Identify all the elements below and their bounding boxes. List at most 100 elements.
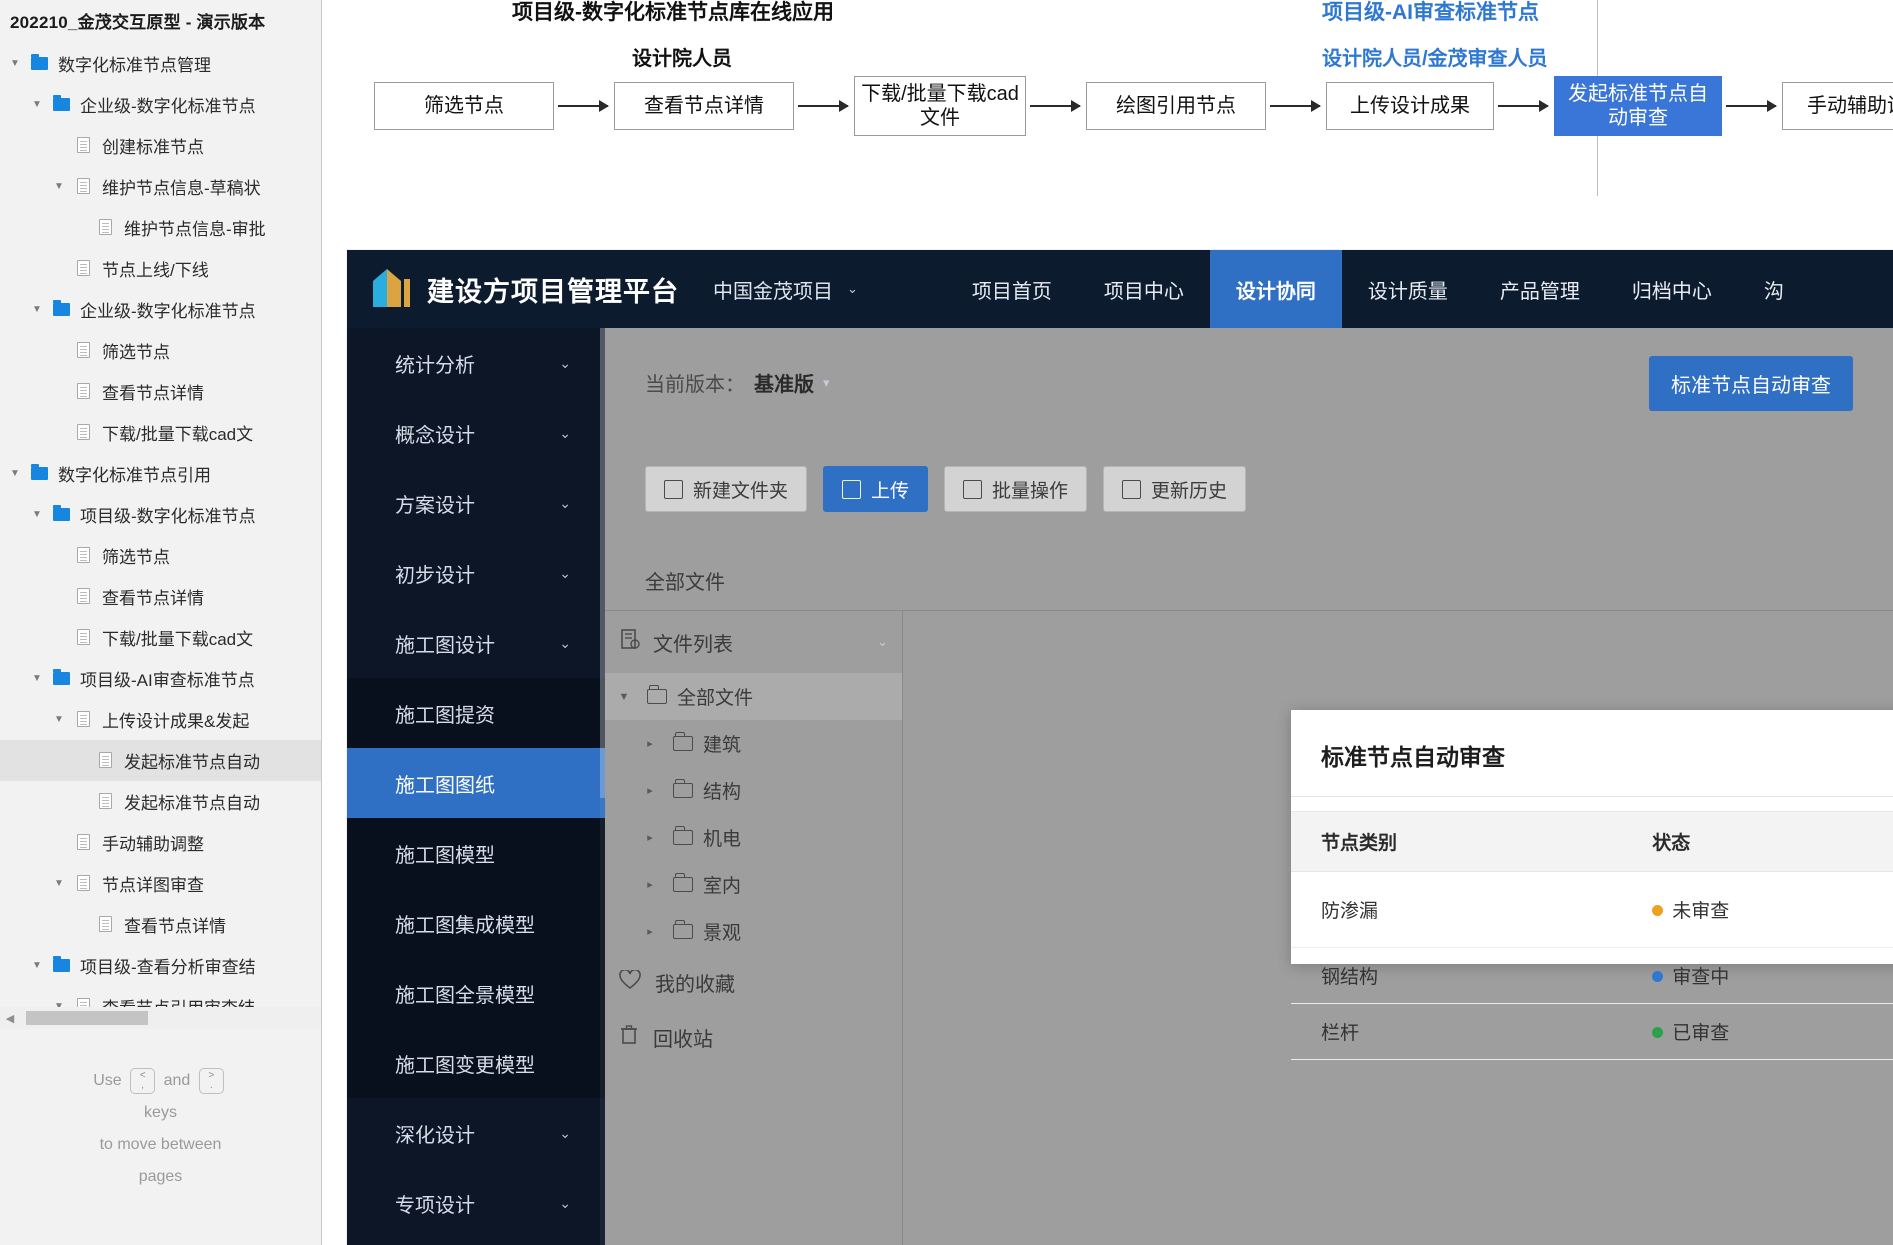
page-icon xyxy=(70,424,96,441)
main-navigation[interactable]: 项目首页 项目中心 设计协同 设计质量 产品管理 归档中心沟 xyxy=(946,250,1810,328)
tree-node[interactable]: ▼ 节点详图审查 xyxy=(0,863,321,904)
tree-node[interactable]: ▼发起标准节点自动 xyxy=(0,739,321,781)
nav-item[interactable]: 设计质量 xyxy=(1342,250,1474,328)
folder-caret-icon[interactable]: ▼ xyxy=(611,691,637,703)
tree-caret-icon[interactable]: ▼ xyxy=(4,58,26,69)
tree-node-label: 维护节点信息-审批 xyxy=(124,219,266,239)
tree-node[interactable]: ▼维护节点信息-审批 xyxy=(0,207,321,248)
folder-caret-icon[interactable]: ▸ xyxy=(637,737,663,750)
file-tree-folder[interactable]: ▸ 建筑 xyxy=(605,720,902,767)
nav-item[interactable]: 项目首页 xyxy=(946,250,1078,328)
tree-node[interactable]: ▼创建标准节点 xyxy=(0,125,321,166)
tree-caret-icon[interactable]: ▼ xyxy=(26,99,48,110)
tree-node[interactable]: ▼ 项目级-查看分析审查结 xyxy=(0,945,321,986)
tree-node[interactable]: ▼下载/批量下载cad文 xyxy=(0,412,321,453)
side-menu-label: 施工图模型 xyxy=(395,844,495,867)
tree-node[interactable]: ▼ 上传设计成果&发起 xyxy=(0,699,321,740)
tree-node[interactable]: ▼节点上线/下线 xyxy=(0,248,321,289)
tree-node[interactable]: ▼查看节点详情 xyxy=(0,371,321,412)
side-menu-item[interactable]: 施工图设计 ⌄ xyxy=(347,608,605,678)
side-menu-item[interactable]: 专项设计 ⌄ xyxy=(347,1168,605,1238)
side-menu-item[interactable]: 施工图提资 xyxy=(347,678,605,748)
file-tree-panel[interactable]: 文件列表 ⌄ ▼ 全部文件 ▸ 建筑 ▸ 结构 ▸ 机电 ▸ 室内 ▸ 景观 我的收藏 xyxy=(605,611,903,1245)
tree-node[interactable]: ▼ 项目级-数字化标准节点 xyxy=(0,494,321,535)
chevron-down-icon[interactable]: ⌄ xyxy=(559,425,571,442)
file-tree-folder[interactable]: ▸ 结构 xyxy=(605,767,902,814)
file-list-header[interactable]: 文件列表 ⌄ xyxy=(605,611,902,673)
tree-node[interactable]: ▼ 项目级-AI审查标准节点 xyxy=(0,658,321,699)
tree-caret-icon[interactable]: ▼ xyxy=(48,181,70,192)
toolbar-button[interactable]: 批量操作 xyxy=(944,466,1088,512)
chevron-down-icon[interactable]: ⌄ xyxy=(559,1195,571,1212)
tree-caret-icon[interactable]: ▼ xyxy=(48,714,70,725)
version-chevron-down-icon[interactable]: ▾ xyxy=(823,375,830,391)
scrollbar-thumb[interactable] xyxy=(26,1011,148,1025)
current-version-row[interactable]: 当前版本： 基准版 ▾ xyxy=(645,368,830,397)
side-menu-item[interactable]: 深化设计 ⌄ xyxy=(347,1098,605,1168)
nav-item[interactable]: 归档中心 xyxy=(1606,250,1738,328)
tree-node[interactable]: ▼ 维护节点信息-草稿状 xyxy=(0,166,321,207)
side-menu-item[interactable]: 施工图变更模型 xyxy=(347,1028,605,1098)
tree-caret-icon[interactable]: ▼ xyxy=(26,673,48,684)
folder-caret-icon[interactable]: ▸ xyxy=(637,925,663,938)
page-tree-list[interactable]: ▼数字化标准节点管理▼企业级-数字化标准节点▼创建标准节点▼维护节点信息-草稿状… xyxy=(0,43,321,1043)
recycle-bin-item[interactable]: 回收站 xyxy=(605,1010,902,1065)
toolbar-button[interactable]: 新建文件夹 xyxy=(645,466,808,512)
my-favorites-item[interactable]: 我的收藏 xyxy=(605,955,902,1010)
tree-caret-icon[interactable]: ▼ xyxy=(26,960,48,971)
chevron-down-icon[interactable]: ⌄ xyxy=(559,355,571,372)
folder-caret-icon[interactable]: ▸ xyxy=(637,784,663,797)
chevron-down-icon[interactable]: ⌄ xyxy=(559,565,571,582)
file-tree-folder[interactable]: ▸ 景观 xyxy=(605,908,902,955)
auto-review-button[interactable]: 标准节点自动审查 xyxy=(1649,356,1853,411)
tree-node[interactable]: ▼查看节点详情 xyxy=(0,576,321,617)
side-menu-item[interactable]: 统计分析 ⌄ xyxy=(347,328,605,398)
tree-node[interactable]: ▼ 企业级-数字化标准节点 xyxy=(0,84,321,125)
project-selector[interactable]: 中国金茂项目 ⌄ xyxy=(713,275,858,304)
side-menu[interactable]: 统计分析 ⌄ 概念设计 ⌄ 方案设计 ⌄ 初步设计 ⌄ 施工图设计 ⌄ 施工图提资 施工图图纸施工图模… xyxy=(347,328,605,1245)
file-tree-folder[interactable]: ▸ 机电 xyxy=(605,814,902,861)
file-tree[interactable]: ▼ 全部文件 ▸ 建筑 ▸ 结构 ▸ 机电 ▸ 室内 ▸ 景观 xyxy=(605,673,902,955)
nav-item[interactable]: 产品管理 xyxy=(1474,250,1606,328)
file-tree-folder[interactable]: ▸ 室内 xyxy=(605,861,902,908)
tree-node[interactable]: ▼ 企业级-数字化标准节点 xyxy=(0,289,321,330)
tree-caret-icon[interactable]: ▼ xyxy=(48,878,70,889)
side-menu-item[interactable]: 方案设计 ⌄ xyxy=(347,468,605,538)
tree-node-label: 数字化标准节点引用 xyxy=(58,465,211,485)
side-menu-item[interactable]: 设计变更⌄ xyxy=(347,1238,605,1245)
side-menu-item[interactable]: 施工图全景模型 xyxy=(347,958,605,1028)
tree-caret-icon[interactable]: ▼ xyxy=(26,304,48,315)
scrollbar-track[interactable] xyxy=(20,1010,321,1026)
tree-node[interactable]: ▼查看节点详情 xyxy=(0,904,321,945)
tree-node[interactable]: ▼手动辅助调整 xyxy=(0,822,321,863)
tree-caret-icon[interactable]: ▼ xyxy=(26,509,48,520)
tree-node[interactable]: ▼ 数字化标准节点管理 xyxy=(0,43,321,84)
folder-caret-icon[interactable]: ▸ xyxy=(637,831,663,844)
side-menu-item[interactable]: 概念设计 ⌄ xyxy=(347,398,605,468)
nav-item[interactable]: 设计协同 xyxy=(1209,250,1342,328)
chevron-down-icon[interactable]: ⌄ xyxy=(559,1125,571,1142)
file-list-collapse-chevron-icon[interactable]: ⌄ xyxy=(877,634,888,650)
file-tree-root[interactable]: ▼ 全部文件 xyxy=(605,673,902,720)
file-toolbar[interactable]: 新建文件夹 上传 批量操作 更新历史 xyxy=(645,466,1247,512)
nav-item[interactable]: 项目中心 xyxy=(1078,250,1210,328)
tree-node[interactable]: ▼下载/批量下载cad文 xyxy=(0,617,321,658)
tree-caret-icon[interactable]: ▼ xyxy=(4,468,26,479)
side-menu-item[interactable]: 初步设计 ⌄ xyxy=(347,538,605,608)
tree-node[interactable]: ▼ 数字化标准节点引用 xyxy=(0,453,321,494)
side-menu-item[interactable]: 施工图集成模型 xyxy=(347,888,605,958)
side-menu-item[interactable]: 施工图图纸 xyxy=(347,748,605,818)
folder-caret-icon[interactable]: ▸ xyxy=(637,878,663,891)
flow-arrow-3 xyxy=(1270,100,1321,112)
chevron-down-icon[interactable]: ⌄ xyxy=(559,635,571,652)
tree-node[interactable]: ▼筛选节点 xyxy=(0,535,321,576)
tree-horizontal-scrollbar[interactable]: ◀ xyxy=(0,1007,321,1029)
toolbar-button[interactable]: 上传 xyxy=(823,466,929,512)
toolbar-button[interactable]: 更新历史 xyxy=(1103,466,1247,512)
scroll-left-arrow[interactable]: ◀ xyxy=(0,1012,20,1025)
chevron-down-icon[interactable]: ⌄ xyxy=(559,495,571,512)
nav-item[interactable]: 沟 xyxy=(1738,250,1810,328)
tree-node[interactable]: ▼发起标准节点自动 xyxy=(0,781,321,822)
side-menu-item[interactable]: 施工图模型 xyxy=(347,818,605,888)
tree-node[interactable]: ▼筛选节点 xyxy=(0,330,321,371)
